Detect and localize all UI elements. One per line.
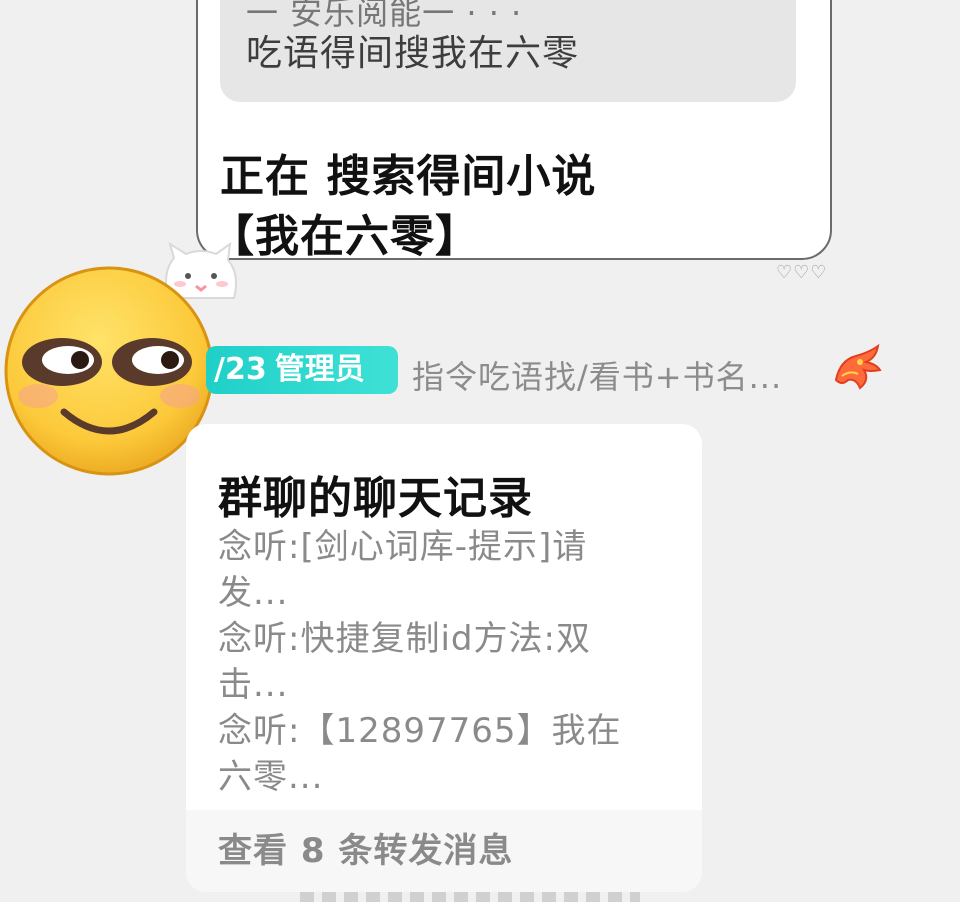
message-bubble[interactable]: 一 安乐阅能一 · · · 吃语得间搜我在六零 正在 搜索得间小说 【我在六零】 [196,0,832,262]
message-text-line-1: 正在 搜索得间小说 [220,151,597,202]
sender-nickname[interactable]: 指令吃语找/看书+书名... [412,352,782,398]
card-preview-line: 念听:[剑心词库-提示]请发... [218,527,588,613]
card-title: 群聊的聊天记录 [218,473,533,524]
dragon-icon [834,343,882,390]
card-preview-line: 念听:快捷复制id方法:双击... [218,619,591,705]
member-title-badge[interactable]: /23 管理员 [206,346,398,394]
view-forwarded-messages-link[interactable]: 查看 8 条转发消息 [186,810,702,892]
message-text-line-2: 【我在六零】 [210,211,480,262]
forwarded-chat-card[interactable]: 群聊的聊天记录 念听:[剑心词库-提示]请发... 念听:快捷复制id方法:双击… [186,424,702,892]
card-preview-list: 念听:[剑心词库-提示]请发... 念听:快捷复制id方法:双击... 念听:【… [218,524,638,800]
quoted-text: 吃语得间搜我在六零 [246,33,580,74]
quoted-message[interactable]: 一 安乐阅能一 · · · 吃语得间搜我在六零 [220,0,796,102]
member-level: /23 [214,352,267,387]
reaction-hearts[interactable]: ♡♡♡ [776,262,827,283]
card-preview-line: 念听:【12897765】我在六零... [218,711,622,797]
smirk-emoji-icon[interactable] [2,264,216,478]
member-role: 管理员 [274,352,365,387]
